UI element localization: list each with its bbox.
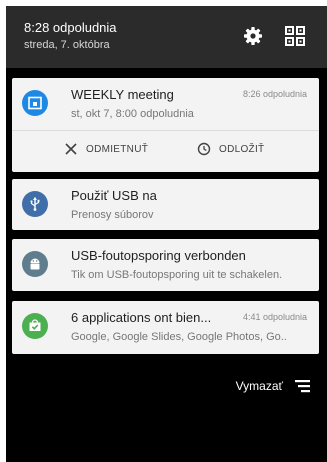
status-date[interactable]: streda, 7. októbra: [24, 39, 110, 51]
notification-subtitle: Tik om USB-foutopsporing uit te schakele…: [71, 269, 283, 281]
clear-all-icon: [295, 380, 310, 393]
notification-subtitle: st, okt 7, 8:00 odpoludnia: [71, 108, 194, 120]
notification-subtitle: Google, Google Slides, Google Photos, Go…: [71, 331, 287, 343]
notification-title: 6 applications ont bien...: [71, 310, 212, 325]
clock-icon: [197, 142, 211, 156]
dismiss-label: ODMIETNUŤ: [86, 143, 149, 155]
clear-all-button[interactable]: Vymazať: [236, 378, 313, 394]
notification-app-updates[interactable]: 6 applications ont bien... 4:41 odpoludn…: [12, 301, 319, 354]
notification-subtitle: Prenosy súborov: [71, 209, 154, 221]
notification-usb[interactable]: Použiť USB na Prenosy súborov: [12, 179, 319, 230]
notification-calendar[interactable]: WEEKLY meeting 8:26 odpoludnia st, okt 7…: [12, 78, 319, 172]
notification-time: 4:41 odpoludnia: [242, 312, 307, 322]
android-debug-icon: [22, 251, 48, 277]
close-icon: [65, 143, 77, 155]
notification-shade: 8:28 odpoludnia streda, 7. októbra WEEKL…: [6, 6, 327, 462]
notification-usb-debugging[interactable]: USB-foutopsporing verbonden Tik om USB-f…: [12, 239, 319, 291]
dismiss-button[interactable]: ODMIETNUŤ: [64, 140, 148, 158]
usb-icon: [22, 191, 48, 217]
divider: [12, 130, 319, 131]
calendar-icon: [22, 90, 48, 116]
notification-time: 8:26 odpoludnia: [242, 89, 307, 99]
notification-title: Použiť USB na: [71, 188, 157, 203]
quick-settings-header: 8:28 odpoludnia streda, 7. októbra: [6, 6, 327, 68]
snooze-button[interactable]: ODLOŽIŤ: [197, 140, 264, 158]
settings-gear-icon[interactable]: [242, 25, 264, 47]
clear-all-label: Vymazať: [235, 379, 283, 393]
notification-title: WEEKLY meeting: [71, 87, 174, 102]
notification-title: USB-foutopsporing verbonden: [71, 248, 246, 263]
status-time: 8:28 odpoludnia: [24, 20, 117, 35]
snooze-label: ODLOŽIŤ: [219, 143, 265, 155]
quick-settings-grid-icon[interactable]: [284, 25, 306, 47]
play-store-icon: [22, 313, 48, 339]
